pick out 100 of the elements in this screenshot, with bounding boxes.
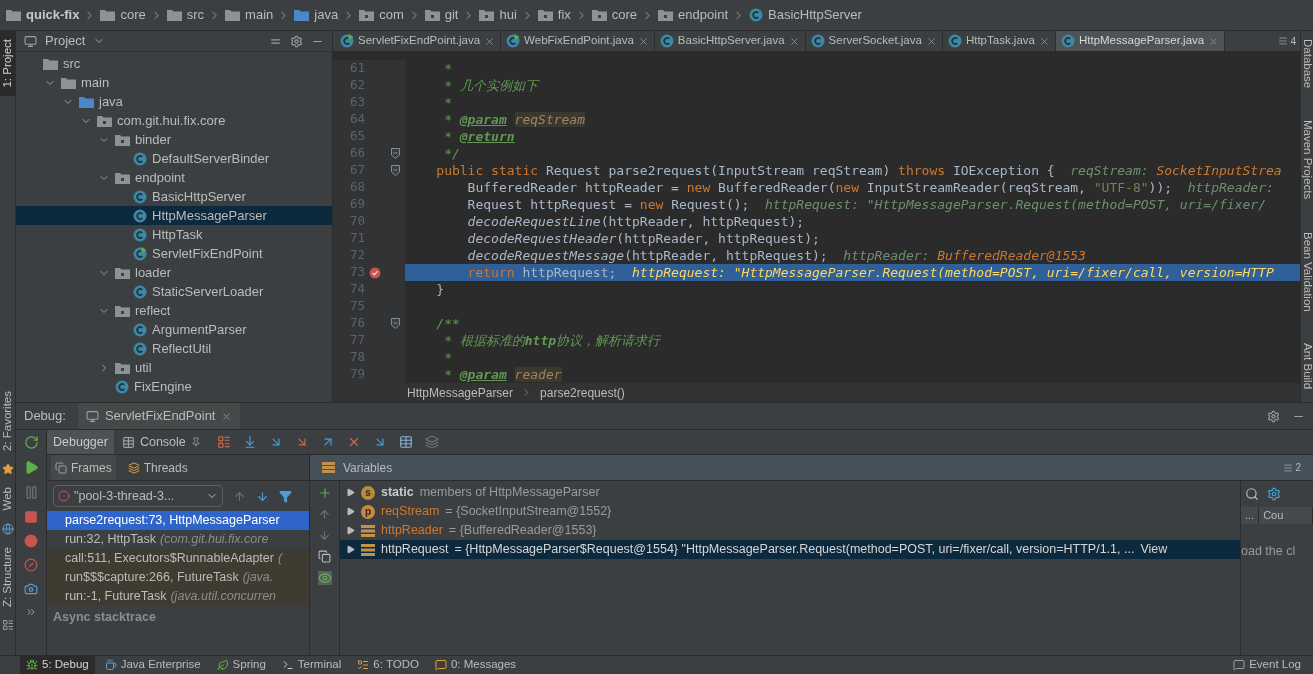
- tree-item[interactable]: DefaultServerBinder: [16, 149, 332, 168]
- settings-icon[interactable]: [1267, 409, 1280, 423]
- tree-item[interactable]: ReflectUtil: [16, 339, 332, 358]
- breadcrumb-item[interactable]: fix: [537, 5, 571, 25]
- stop-icon[interactable]: [24, 510, 38, 524]
- stack-frame[interactable]: run:-1, FutureTask (java.util.concurren: [47, 587, 309, 606]
- close-icon[interactable]: [221, 410, 233, 422]
- editor-tab[interactable]: ServletFixEndPoint.java: [335, 31, 502, 51]
- tree-item[interactable]: HttpTask: [16, 225, 332, 244]
- copy-icon[interactable]: [318, 550, 331, 563]
- column-header[interactable]: Cou: [1259, 507, 1313, 524]
- threads-tab[interactable]: Threads: [123, 455, 192, 480]
- rerun-icon[interactable]: [23, 435, 39, 450]
- close-icon[interactable]: [1038, 35, 1050, 47]
- settings-icon[interactable]: [290, 34, 303, 48]
- thread-dropdown[interactable]: "pool-3-thread-3...: [53, 485, 223, 507]
- filter-icon[interactable]: [279, 489, 292, 503]
- tool-window-tab[interactable]: Ant Build: [1301, 335, 1313, 398]
- session-icon[interactable]: [85, 409, 99, 423]
- debugger-tab[interactable]: Console: [115, 430, 207, 454]
- close-icon[interactable]: [925, 35, 937, 47]
- tree-item[interactable]: com.git.hui.fix.core: [16, 111, 332, 130]
- breadcrumb-item[interactable]: git: [424, 5, 459, 25]
- tree-item[interactable]: ServletFixEndPoint: [16, 244, 332, 263]
- fold-marker-icon[interactable]: [390, 148, 400, 159]
- debugger-tab[interactable]: Debugger: [47, 430, 114, 454]
- editor-tab[interactable]: BasicHttpServer.java: [654, 31, 806, 51]
- star-icon[interactable]: [1, 463, 14, 476]
- structure-icon[interactable]: [1, 619, 14, 631]
- stack-frame[interactable]: run:32, HttpTask (com.git.hui.fix.core: [47, 530, 309, 549]
- tool-window-button[interactable]: 5: Debug: [20, 656, 95, 674]
- variable-row[interactable]: p reqStream = {SocketInputStream@1552}: [340, 502, 1240, 521]
- breadcrumb-item[interactable]: endpoint: [658, 5, 728, 25]
- tree-item[interactable]: endpoint: [16, 168, 332, 187]
- tree-item[interactable]: src: [16, 54, 332, 73]
- tool-window-tab[interactable]: Bean Validation: [1301, 223, 1313, 320]
- tree-item[interactable]: BasicHttpServer: [16, 187, 332, 206]
- editor-tab[interactable]: ServerSocket.java: [805, 31, 943, 51]
- tool-window-tab[interactable]: Maven Projects: [1301, 112, 1313, 208]
- project-icon[interactable]: [24, 34, 37, 48]
- tree-item[interactable]: java: [16, 92, 332, 111]
- tree-item[interactable]: reflect: [16, 301, 332, 320]
- breadcrumb-item[interactable]: src: [166, 5, 205, 25]
- breadcrumb-item[interactable]: quick-fix: [6, 5, 80, 25]
- arrow-down-icon[interactable]: [256, 489, 269, 503]
- tab-overflow-button[interactable]: 4: [1274, 31, 1300, 51]
- tree-item[interactable]: util: [16, 358, 332, 377]
- event-log-button[interactable]: Event Log: [1233, 656, 1301, 674]
- column-header[interactable]: ...: [1241, 507, 1260, 524]
- tool-window-button[interactable]: Spring: [210, 656, 272, 674]
- breadcrumb-item[interactable]: com: [359, 5, 404, 25]
- breadcrumb-item[interactable]: java: [294, 5, 339, 25]
- layout-button[interactable]: 2: [1283, 460, 1301, 475]
- close-icon[interactable]: [1208, 35, 1220, 47]
- tool-window-tab[interactable]: Web: [0, 479, 17, 519]
- frames-tab[interactable]: Frames: [51, 455, 116, 480]
- more-icon[interactable]: [25, 606, 37, 618]
- breadcrumb-item[interactable]: parse2request(): [540, 383, 625, 402]
- tool-window-button[interactable]: Terminal: [275, 656, 348, 674]
- camera-icon[interactable]: [24, 582, 38, 596]
- stack-frame[interactable]: call:511, Executors$RunnableAdapter (: [47, 549, 309, 568]
- tree-item[interactable]: HttpMessageParser: [16, 206, 332, 225]
- breadcrumb-item[interactable]: hui: [479, 5, 517, 25]
- add-watch-icon[interactable]: [317, 486, 332, 500]
- resume-icon[interactable]: [23, 460, 39, 475]
- editor-tab[interactable]: HttpTask.java: [942, 31, 1056, 51]
- pause-icon[interactable]: [23, 485, 39, 500]
- globe-icon[interactable]: [1, 522, 14, 535]
- step-over-icon[interactable]: [242, 435, 257, 449]
- arrow-up-icon[interactable]: [318, 508, 331, 521]
- breadcrumb-item[interactable]: core: [100, 5, 146, 25]
- panel-title[interactable]: Project: [45, 31, 86, 51]
- expand-arrow-icon[interactable]: [346, 507, 355, 516]
- tool-window-button[interactable]: 0: Messages: [428, 656, 523, 674]
- editor-tab[interactable]: HttpMessageParser.java: [1055, 31, 1226, 51]
- tree-item[interactable]: loader: [16, 263, 332, 282]
- fold-marker-icon[interactable]: [390, 165, 400, 176]
- tool-window-button[interactable]: 6: TODO: [351, 656, 425, 674]
- tool-window-tab[interactable]: Z: Structure: [0, 538, 17, 615]
- arrow-up-icon[interactable]: [233, 489, 246, 503]
- tool-window-button[interactable]: Java Enterprise: [98, 656, 207, 674]
- close-icon[interactable]: [484, 35, 496, 47]
- breadcrumb-item[interactable]: main: [225, 5, 274, 25]
- settings-icon[interactable]: [1267, 487, 1281, 501]
- breadcrumb-item[interactable]: HttpMessageParser: [407, 383, 514, 402]
- arrow-down-icon[interactable]: [318, 529, 331, 542]
- breakpoint-icon[interactable]: [369, 266, 381, 279]
- breadcrumb-item[interactable]: core: [591, 5, 638, 25]
- variable-row[interactable]: s static members of HttpMessageParser: [340, 483, 1240, 502]
- view-link[interactable]: View: [1140, 540, 1168, 559]
- tool-window-tab[interactable]: Database: [1301, 31, 1313, 97]
- tree-item[interactable]: FixEngine: [16, 377, 332, 396]
- mute-breakpoints-icon[interactable]: [24, 558, 38, 572]
- variable-row[interactable]: httpReader = {BufferedReader@1553}: [340, 521, 1240, 540]
- variable-row[interactable]: httpRequest = {HttpMessageParser$Request@1554} "HttpMessageParser.Request(method=POST, uri=/fixer/call, version=HTTP/1.1, ... View: [340, 540, 1240, 559]
- stack-frame[interactable]: parse2request:73, HttpMessageParser: [47, 511, 309, 530]
- tree-item[interactable]: binder: [16, 130, 332, 149]
- search-icon[interactable]: [1245, 487, 1259, 501]
- tree-item[interactable]: main: [16, 73, 332, 92]
- session-tab[interactable]: ServletFixEndPoint: [77, 403, 241, 429]
